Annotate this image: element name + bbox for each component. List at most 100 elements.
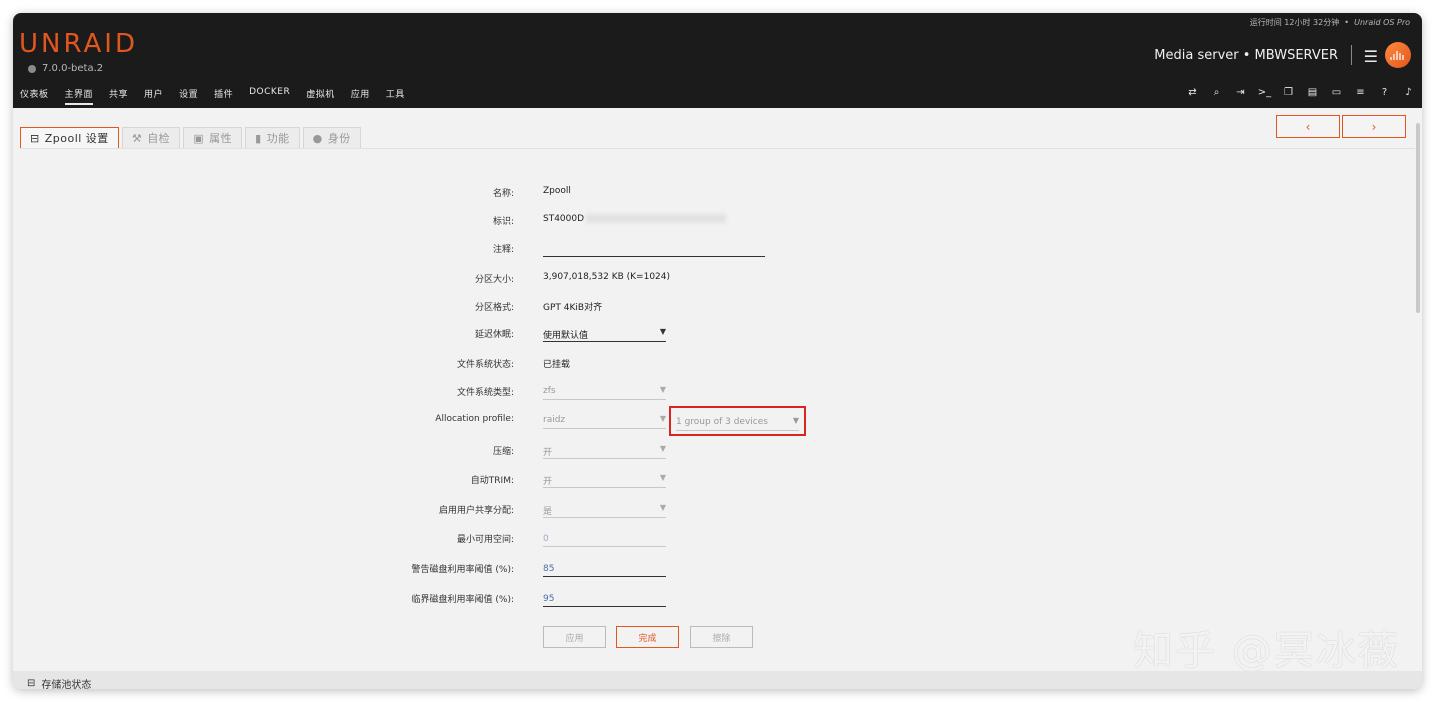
row-comment: 注释:	[13, 239, 1422, 259]
highlighted-group-select: 1 group of 3 devices ▼	[669, 406, 806, 436]
fs-status-value: 已挂载	[543, 360, 571, 370]
nav-item-settings[interactable]: 设置	[179, 87, 198, 105]
watermark: 知乎 @冥冰薇	[1133, 628, 1400, 674]
done-button[interactable]: 完成	[616, 626, 679, 648]
allocation-group-select[interactable]: 1 group of 3 devices ▼	[676, 413, 799, 431]
status-separator: •	[1344, 18, 1350, 27]
caret-down-icon: ▼	[792, 416, 799, 425]
app-window: UNRAID 7.0.0-beta.2 运行时间 12小时 32分钟 • Unr…	[13, 13, 1422, 689]
device-id-text: ST4000D	[543, 214, 585, 224]
tab-label: 功能	[266, 132, 290, 145]
field-label: 启用用户共享分配:	[438, 506, 514, 516]
tab-self-test[interactable]: ⚒ 自检	[121, 127, 181, 148]
select-value: 是	[543, 507, 553, 517]
book-icon: ▮	[255, 131, 262, 145]
field-label: 标识:	[492, 217, 514, 227]
row-compression: 压缩: 开 ▼	[13, 441, 1422, 461]
min-free-input[interactable]: 0	[543, 529, 666, 547]
log-icon[interactable]: ≡	[1353, 87, 1368, 98]
nav-item-shares[interactable]: 共享	[109, 87, 128, 105]
tab-attributes[interactable]: ▣ 属性	[183, 127, 243, 148]
nav-item-main[interactable]: 主界面	[64, 87, 94, 105]
field-label: 文件系统类型:	[456, 388, 514, 398]
row-autotrim: 自动TRIM: 开 ▼	[13, 470, 1422, 490]
nav-item-docker[interactable]: DOCKER	[249, 87, 290, 105]
row-warning-threshold: 警告磁盘利用率阈值 (%): 85	[13, 559, 1422, 579]
nav-item-tools[interactable]: 工具	[386, 87, 405, 105]
tab-label: 属性	[209, 132, 233, 145]
partition-format-value: GPT 4KiB对齐	[543, 303, 603, 313]
autotrim-select[interactable]: 开 ▼	[543, 470, 666, 488]
spindown-select[interactable]: 使用默认值 ▼	[543, 324, 666, 342]
search-icon[interactable]: ⌕	[1209, 87, 1224, 98]
avatar[interactable]	[1385, 42, 1411, 68]
tab-label: Zpooll 设置	[44, 132, 109, 145]
select-value: 1 group of 3 devices	[676, 417, 768, 427]
warning-threshold-input[interactable]: 85	[543, 559, 666, 577]
field-label: 名称:	[492, 189, 514, 199]
caret-down-icon: ▼	[659, 503, 666, 512]
unraid-logo[interactable]: UNRAID	[19, 29, 138, 59]
tab-label: 身份	[327, 132, 351, 145]
user-share-select[interactable]: 是 ▼	[543, 500, 666, 518]
fs-type-select[interactable]: zfs ▼	[543, 382, 666, 400]
device-name-value: Zpooll	[543, 186, 571, 196]
scrollbar[interactable]	[1416, 123, 1420, 313]
nav-item-vms[interactable]: 虚拟机	[306, 87, 335, 105]
row-spindown: 延迟休眠: 使用默认值 ▼	[13, 324, 1422, 344]
device-id-value: ST4000D	[543, 214, 727, 224]
field-label: 临界磁盘利用率阈值 (%):	[411, 595, 514, 605]
tab-identity[interactable]: ● 身份	[302, 127, 361, 148]
chevron-right-icon: ›	[1371, 119, 1377, 134]
next-device-button[interactable]: ›	[1342, 115, 1406, 138]
field-label: 分区格式:	[474, 303, 514, 313]
caret-down-icon: ▼	[659, 444, 666, 453]
allocation-profile-select[interactable]: raidz ▼	[543, 411, 666, 429]
apply-button[interactable]: 应用	[543, 626, 606, 648]
nav-item-plugins[interactable]: 插件	[214, 87, 233, 105]
nav-item-apps[interactable]: 应用	[351, 87, 370, 105]
row-user-share: 启用用户共享分配: 是 ▼	[13, 500, 1422, 520]
bell-icon[interactable]: ♪	[1401, 87, 1416, 98]
main-nav: 仪表板 主界面 共享 用户 设置 插件 DOCKER 虚拟机 应用 工具	[20, 87, 421, 105]
row-fs-type: 文件系统类型: zfs ▼	[13, 382, 1422, 402]
header: UNRAID 7.0.0-beta.2 运行时间 12小时 32分钟 • Unr…	[13, 13, 1422, 108]
erase-button[interactable]: 擦除	[690, 626, 753, 648]
comment-input[interactable]	[543, 239, 765, 257]
chevron-left-icon: ‹	[1305, 119, 1311, 134]
feedback-icon[interactable]: ▤	[1305, 87, 1320, 98]
menu-icon[interactable]: ☰	[1364, 47, 1378, 66]
caret-down-icon: ▼	[659, 414, 666, 423]
compression-select[interactable]: 开 ▼	[543, 441, 666, 459]
pool-status-bar[interactable]: ⊟ 存储池状态	[13, 671, 1422, 689]
tab-capabilities[interactable]: ▮ 功能	[245, 127, 300, 148]
prev-device-button[interactable]: ‹	[1276, 115, 1340, 138]
status-line: 运行时间 12小时 32分钟 • Unraid OS Pro	[1250, 17, 1410, 28]
field-label: 注释:	[492, 245, 514, 255]
toolbar-icons: ⇄ ⌕ ⇥ >_ ❐ ▤ ▭ ≡ ? ♪	[1185, 87, 1416, 98]
logout-icon[interactable]: ⇥	[1233, 87, 1248, 98]
select-value: 开	[543, 448, 553, 458]
drive-icon: ⊟	[27, 678, 36, 689]
field-label: 警告磁盘利用率阈值 (%):	[411, 565, 514, 575]
sync-icon[interactable]: ⇄	[1185, 87, 1200, 98]
help-icon[interactable]: ?	[1377, 87, 1392, 98]
nav-item-dashboard[interactable]: 仪表板	[20, 87, 49, 105]
monitor-icon[interactable]: ▭	[1329, 87, 1344, 98]
blurred-serial	[586, 214, 727, 223]
row-critical-threshold: 临界磁盘利用率阈值 (%): 95	[13, 589, 1422, 609]
tab-pool-settings[interactable]: ⊟ Zpooll 设置	[20, 127, 119, 148]
info-icon	[28, 64, 36, 73]
nav-item-users[interactable]: 用户	[144, 87, 163, 105]
row-partition-size: 分区大小: 3,907,018,532 KB (K=1024)	[13, 269, 1422, 289]
row-partition-format: 分区格式: GPT 4KiB对齐	[13, 297, 1422, 317]
wrench-icon: ⚒	[131, 131, 143, 145]
caret-down-icon: ▼	[659, 385, 666, 394]
tab-bar: ⊟ Zpooll 设置 ⚒ 自检 ▣ 属性 ▮ 功能 ● 身份	[20, 127, 361, 148]
caret-down-icon: ▼	[659, 327, 666, 336]
copy-icon[interactable]: ❐	[1281, 87, 1296, 98]
select-value: 使用默认值	[543, 331, 589, 341]
field-label: 压缩:	[492, 447, 514, 457]
terminal-icon[interactable]: >_	[1257, 87, 1272, 98]
critical-threshold-input[interactable]: 95	[543, 589, 666, 607]
